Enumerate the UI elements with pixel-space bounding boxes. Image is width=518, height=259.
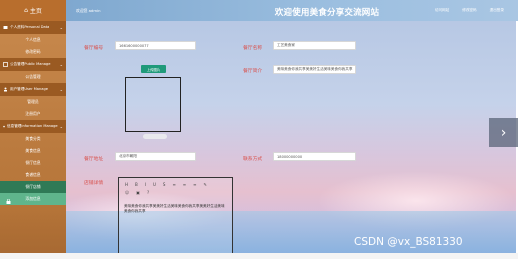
editor-toolbar: H B I U S ≡ ≡ ≡ ✎ <box>119 178 232 187</box>
sidebar-home[interactable]: ⌂ 主页 <box>0 0 66 21</box>
sidebar-group-label: 个人资料Personal Data <box>10 25 50 29</box>
sidebar-item-registered-users[interactable]: 注册用户 <box>0 108 66 120</box>
sidebar-group-user[interactable]: 用户管理User Manage ⌄ <box>0 83 66 96</box>
rich-text-editor[interactable]: H B I U S ≡ ≡ ≡ ✎ ☺ ▣ ? 美味美食你我共享美美好生活美味美… <box>118 177 233 259</box>
shop-intro-field[interactable]: 美味美食你我共享美美好生活美味美食你我共享 <box>273 65 356 74</box>
change-password-link[interactable]: 修改密码 <box>462 8 476 13</box>
italic-button[interactable]: I <box>145 182 146 187</box>
sidebar-group-info[interactable]: 信息管理Information Manage ⌄ <box>0 120 66 133</box>
users-icon <box>4 87 7 92</box>
align-right-button[interactable]: ≡ <box>193 182 196 187</box>
bold-button[interactable]: B <box>135 182 138 187</box>
shop-detail-label: 店铺详情 <box>84 181 104 186</box>
sidebar-group-public[interactable]: 公告管理Public Manage ⌄ <box>0 58 66 71</box>
sidebar-item-food-info[interactable]: 美食信息 <box>0 145 66 157</box>
sidebar-item-food-category[interactable]: 美食分类 <box>0 133 66 145</box>
sidebar-item-shop-info[interactable]: 餐厅信息 <box>0 157 66 169</box>
shop-address-field[interactable]: 北京市朝阳 <box>115 152 196 161</box>
top-bar: 欢迎您 admin 欢迎使用美食分享交流网站 访问网站 修改密码 退出登录 <box>66 0 518 21</box>
editor-content[interactable]: 美味美食你我共享美美好生活美味美食你我共享美美好生活美味美食你我共享 <box>124 204 228 214</box>
chevron-down-icon: ⌄ <box>59 87 63 92</box>
align-center-button[interactable]: ≡ <box>183 182 186 187</box>
sidebar-item-admin[interactable]: 管理员 <box>0 96 66 108</box>
image-icon[interactable]: ▣ <box>136 190 140 195</box>
shop-address-label: 餐厅地址 <box>84 157 104 162</box>
shop-name-label: 餐厅名称 <box>243 46 263 51</box>
sidebar-footer-decoration <box>0 210 66 259</box>
emoji-icon[interactable]: ☺ <box>125 190 129 195</box>
sidebar-item-profile[interactable]: 个人信息 <box>0 34 66 46</box>
visit-site-link[interactable]: 访问网站 <box>435 8 449 13</box>
upload-image-button[interactable]: 上传图片 <box>141 65 166 73</box>
chevron-down-icon: ⌄ <box>59 62 63 67</box>
sidebar-group-label: 用户管理User Manage <box>10 87 48 91</box>
sidebar-item-password[interactable]: 修改密码 <box>0 46 66 58</box>
watermark: CSDN @vx_BS81330 <box>354 236 463 248</box>
sidebar-group-label: 信息管理Information Manage <box>7 124 58 128</box>
info-icon <box>3 125 5 128</box>
shop-no-label: 餐厅编号 <box>84 46 104 51</box>
editor-toolbar-secondary: ☺ ▣ ? <box>119 187 232 195</box>
logout-link[interactable]: 退出登录 <box>490 8 504 13</box>
home-icon: ⌂ <box>24 7 28 14</box>
help-icon[interactable]: ? <box>147 190 149 195</box>
sidebar-group-label: 公告管理Public Manage <box>10 62 51 66</box>
strikethrough-button[interactable]: S <box>163 182 166 187</box>
align-left-button[interactable]: ≡ <box>172 182 175 187</box>
underline-button[interactable]: U <box>153 182 156 187</box>
chevron-down-icon: ⌄ <box>59 25 63 30</box>
sidebar-group-personal[interactable]: 个人资料Personal Data ⌄ <box>0 21 66 34</box>
top-links: 访问网站 修改密码 退出登录 <box>435 8 504 13</box>
sidebar: ⌂ 主页 个人资料Personal Data ⌄ 个人信息 修改密码 公告管理P… <box>0 0 66 259</box>
chevron-down-icon: ⌄ <box>59 124 63 129</box>
sidebar-item-notice[interactable]: 公告管理 <box>0 71 66 83</box>
sidebar-item-recipe-info[interactable]: 食谱信息 <box>0 169 66 181</box>
heading-button[interactable]: H <box>125 182 128 187</box>
sidebar-item-shop-store[interactable]: 餐厅店铺 <box>0 181 66 193</box>
next-arrow-button[interactable]: › <box>489 118 518 147</box>
notice-icon <box>3 62 8 67</box>
shop-intro-label: 餐厅简介 <box>243 69 263 74</box>
user-icon <box>3 26 8 29</box>
lock-icon <box>6 199 11 204</box>
pen-icon[interactable]: ✎ <box>204 182 207 187</box>
shop-name-field[interactable]: 工艺美食家 <box>273 41 356 50</box>
sidebar-home-label: 主页 <box>29 8 42 15</box>
contact-label: 联系方式 <box>243 157 263 162</box>
bottom-strip <box>0 253 518 259</box>
image-remove-button[interactable] <box>143 134 167 139</box>
contact-field[interactable]: 18000000000 <box>273 152 356 161</box>
main-content: 餐厅编号 1661600000077 餐厅名称 工艺美食家 上传图片 餐厅简介 … <box>66 21 516 259</box>
image-preview <box>125 77 181 132</box>
shop-no-field[interactable]: 1661600000077 <box>115 41 196 50</box>
